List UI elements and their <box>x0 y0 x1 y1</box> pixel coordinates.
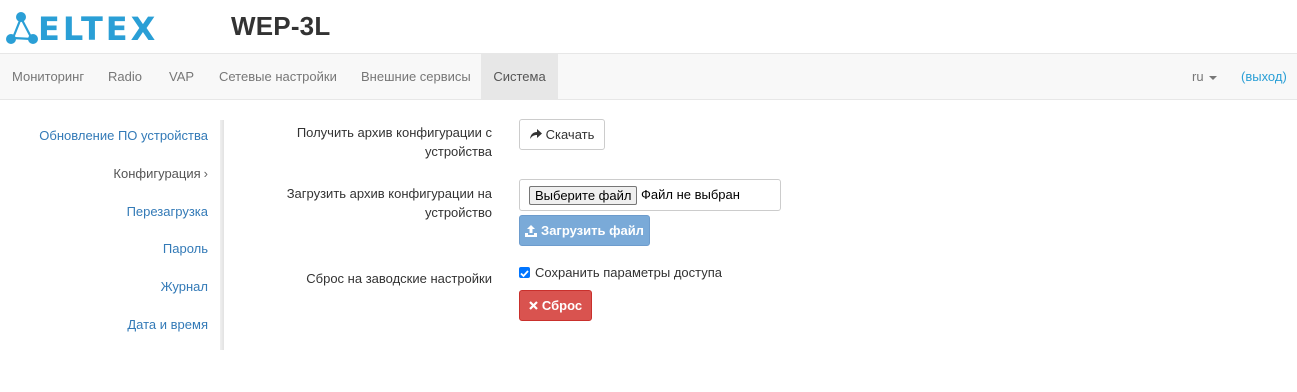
download-config-label: Получить архив конфигурации с устройства <box>297 123 492 161</box>
sidebar-item-log[interactable]: Журнал <box>161 279 208 294</box>
file-status-text: Файл не выбран <box>641 187 740 202</box>
file-input[interactable]: Выберите файл Файл не выбран <box>519 179 781 211</box>
nav-vap[interactable]: VAP <box>169 54 194 99</box>
reset-button[interactable]: Сброс <box>519 290 592 321</box>
download-config-label-line1: Получить архив конфигурации с <box>296 125 492 140</box>
download-button[interactable]: Скачать <box>519 119 605 150</box>
reset-button-label: Сброс <box>541 298 583 313</box>
choose-file-button[interactable]: Выберите файл <box>529 186 638 205</box>
nav-system[interactable]: Система <box>481 54 558 99</box>
download-button-label: Скачать <box>545 127 595 142</box>
sidebar-item-date-time[interactable]: Дата и время <box>127 317 208 332</box>
upload-icon <box>525 224 538 237</box>
upload-file-button[interactable]: Загрузить файл <box>519 215 650 246</box>
sidebar-item-label: Конфигурация <box>113 166 201 181</box>
nav-radio[interactable]: Radio <box>108 54 142 99</box>
main-navbar: Мониторинг Radio VAP Сетевые настройки В… <box>0 53 1297 100</box>
svg-text:ELTEX: ELTEX <box>38 10 158 48</box>
download-config-label-line2: устройства <box>425 144 492 159</box>
sidebar-item-configuration[interactable]: Конфигурация › <box>113 166 208 181</box>
language-label: ru <box>1192 69 1204 84</box>
nav-monitoring[interactable]: Мониторинг <box>12 54 84 99</box>
sidebar-divider <box>220 120 224 350</box>
upload-config-label: Загрузить архив конфигурации на устройст… <box>287 184 492 222</box>
logout-link[interactable]: (выход) <box>1241 54 1287 99</box>
upload-file-button-label: Загрузить файл <box>541 223 644 238</box>
device-model: WEP-3L <box>231 11 331 41</box>
factory-reset-label: Сброс на заводские настройки <box>306 271 492 286</box>
close-icon <box>529 301 538 310</box>
upload-config-label-line1: Загрузить архив конфигурации на <box>286 186 492 201</box>
keep-access-checkbox[interactable] <box>519 267 530 278</box>
nav-external-services[interactable]: Внешние сервисы <box>361 54 471 99</box>
sidebar: Обновление ПО устройства Конфигурация › П… <box>0 100 224 352</box>
nav-network-settings[interactable]: Сетевые настройки <box>219 54 337 99</box>
chevron-right-icon: › <box>203 166 208 181</box>
language-dropdown[interactable]: ru <box>1192 54 1217 99</box>
upload-config-label-line2: устройство <box>425 205 492 220</box>
keep-access-label[interactable]: Сохранить параметры доступа <box>535 265 722 280</box>
sidebar-item-firmware-update[interactable]: Обновление ПО устройства <box>39 128 208 143</box>
caret-down-icon <box>1208 75 1217 80</box>
share-arrow-icon <box>529 129 542 139</box>
header: ELTEX WEP-3L <box>0 0 1297 53</box>
eltex-logo: ELTEX <box>6 10 158 48</box>
check-icon <box>520 270 529 278</box>
sidebar-item-password[interactable]: Пароль <box>163 241 208 256</box>
sidebar-item-reboot[interactable]: Перезагрузка <box>127 204 208 219</box>
